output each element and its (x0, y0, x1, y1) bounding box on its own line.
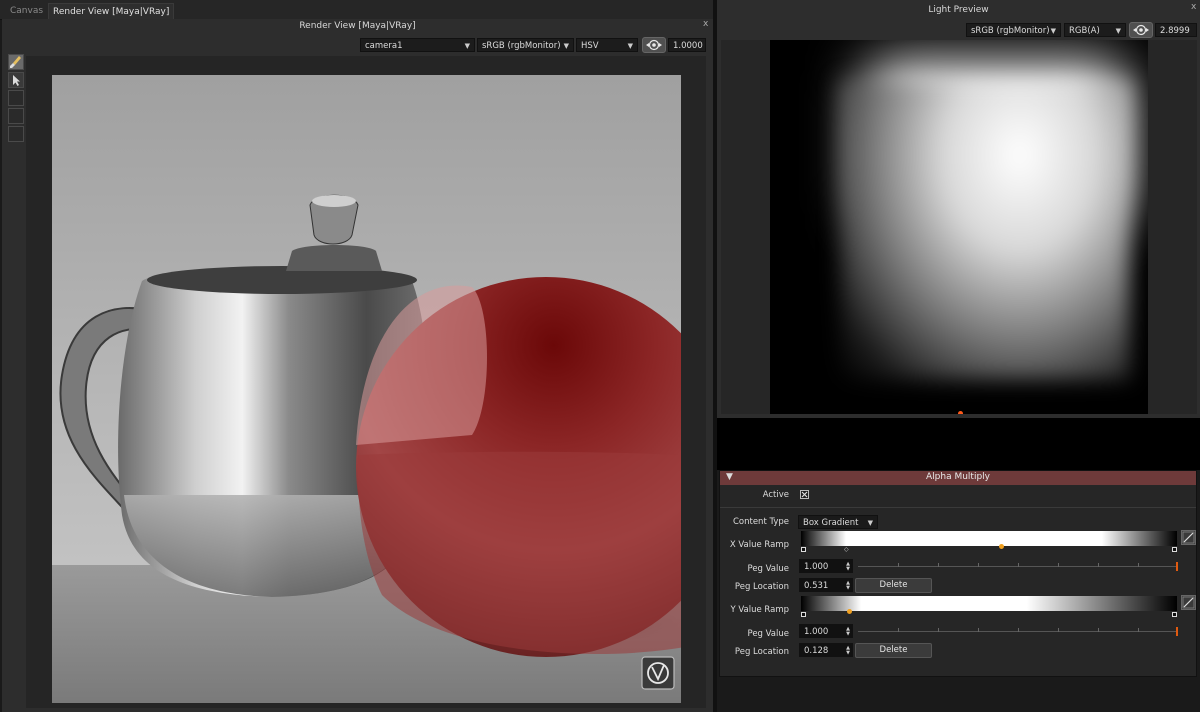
panel-gap (717, 418, 1200, 470)
render-view-title: Render View [Maya|VRay] (299, 21, 416, 31)
tool-slot-5[interactable] (8, 126, 24, 142)
x-ramp-curve-icon[interactable] (1181, 530, 1196, 545)
preview-color-space-select[interactable]: sRGB (rgbMonitor) ▼ (966, 23, 1061, 37)
x-peg-value-slider-handle[interactable] (1176, 562, 1178, 571)
chevron-down-icon: ▼ (1050, 27, 1056, 35)
x-slider-tick (938, 563, 939, 567)
y-ramp-curve-icon[interactable] (1181, 595, 1196, 610)
x-peg-location-label: Peg Location (734, 582, 789, 592)
light-preview-title: Light Preview (928, 5, 989, 15)
display-mode-select-value: HSV (581, 41, 599, 51)
exposure-input[interactable]: 1.0000 (668, 38, 706, 52)
chevron-down-icon: ▼ (1115, 27, 1121, 35)
active-label: Active (762, 490, 789, 500)
y-slider-tick (898, 628, 899, 632)
light-preview-viewport[interactable] (721, 40, 1197, 414)
chevron-down-icon: ▼ (563, 42, 569, 50)
content-type-label: Content Type (732, 517, 789, 527)
chevron-down-icon: ▼ (867, 519, 873, 527)
light-preview-image (770, 40, 1148, 414)
y-slider-tick (978, 628, 979, 632)
alpha-multiply-header[interactable]: ▼ Alpha Multiply (720, 471, 1196, 485)
content-type-select[interactable]: Box Gradient ▼ (798, 515, 878, 529)
preview-color-space-select-value: sRGB (rgbMonitor) (971, 26, 1050, 36)
preview-exposure-toggle-icon[interactable] (1129, 22, 1153, 38)
y-peg-location-input[interactable]: 0.128 ▲ ▼ (799, 643, 853, 657)
y-delete-button[interactable]: Delete (855, 643, 932, 658)
x-ramp-selected-peg[interactable] (998, 544, 1004, 549)
y-ramp-peg-start[interactable] (801, 612, 806, 617)
color-space-select[interactable]: sRGB (rgbMonitor) ▼ (477, 38, 574, 52)
y-slider-tick (1018, 628, 1019, 632)
select-arrow-icon[interactable] (8, 72, 24, 88)
x-peg-value-label: Peg Value (747, 564, 790, 574)
tool-slot-3[interactable] (8, 90, 24, 106)
light-preview-panel: Light Preview x sRGB (rgbMonitor) ▼ RGB(… (717, 0, 1200, 418)
x-peg-location-input[interactable]: 0.531 ▲ ▼ (799, 578, 853, 592)
light-marker (958, 411, 963, 414)
x-delete-button[interactable]: Delete (855, 578, 932, 593)
camera-select[interactable]: camera1 ▼ (360, 38, 475, 52)
alpha-multiply-title: Alpha Multiply (926, 472, 990, 482)
x-ramp-peg-marker[interactable]: ◇ (844, 546, 849, 553)
preview-exposure-input[interactable]: 2.8999 (1155, 23, 1197, 37)
camera-select-value: camera1 (365, 41, 403, 51)
y-ramp-peg-end[interactable] (1172, 612, 1177, 617)
x-slider-tick (898, 563, 899, 567)
tool-slot-4[interactable] (8, 108, 24, 124)
y-peg-location-input-text: 0.128 (804, 646, 829, 656)
preview-channels-select-value: RGB(A) (1069, 26, 1100, 36)
exposure-toggle-icon[interactable] (642, 37, 666, 53)
x-peg-location-input-text: 0.531 (804, 581, 829, 591)
y-value-ramp[interactable] (801, 596, 1177, 611)
y-peg-value-input-text: 1.000 (804, 627, 829, 637)
x-peg-value-input[interactable]: 1.000 ▲ ▼ (799, 559, 853, 573)
brush-tool-icon[interactable] (8, 54, 24, 70)
y-slider-tick (1058, 628, 1059, 632)
render-view-close-button[interactable]: x (703, 19, 708, 29)
content-type-select-value: Box Gradient (803, 518, 859, 528)
y-slider-tick (1138, 628, 1139, 632)
y-peg-value-input[interactable]: 1.000 ▲ ▼ (799, 624, 853, 638)
x-value-ramp[interactable] (801, 531, 1177, 546)
tab-render-view[interactable]: Render View [Maya|VRay] (48, 3, 175, 20)
color-space-select-value: sRGB (rgbMonitor) (482, 41, 561, 51)
chevron-down-icon: ▼ (464, 42, 470, 50)
alpha-multiply-panel: ▼ Alpha Multiply Active Content Type Box… (719, 470, 1197, 677)
light-preview-close-button[interactable]: x (1191, 2, 1196, 12)
preview-channels-select[interactable]: RGB(A) ▼ (1064, 23, 1126, 37)
x-slider-tick (1138, 563, 1139, 567)
tool-strip (8, 54, 25, 164)
x-slider-tick (978, 563, 979, 567)
y-peg-value-slider-handle[interactable] (1176, 627, 1178, 636)
separator (720, 507, 1196, 508)
y-ramp-selected-peg[interactable] (847, 609, 853, 614)
y-peg-value-label: Peg Value (747, 629, 790, 639)
y-slider-tick (938, 628, 939, 632)
y-peg-location-label: Peg Location (734, 647, 789, 657)
x-slider-tick (1058, 563, 1059, 567)
tab-bar: Canvas Render View [Maya|VRay] (0, 0, 713, 20)
display-mode-select[interactable]: HSV ▼ (576, 38, 638, 52)
y-slider-tick (1098, 628, 1099, 632)
render-image[interactable] (52, 75, 681, 703)
chevron-down-icon: ▼ (627, 42, 633, 50)
x-slider-tick (1018, 563, 1019, 567)
x-ramp-peg-start[interactable] (801, 547, 806, 552)
x-slider-tick (1098, 563, 1099, 567)
active-checkbox[interactable] (800, 490, 809, 499)
y-value-ramp-label: Y Value Ramp (730, 605, 789, 615)
x-value-ramp-label: X Value Ramp (729, 540, 789, 550)
render-view-panel: Render View [Maya|VRay] x camera1 ▼ sRGB… (2, 19, 713, 712)
x-ramp-peg-end[interactable] (1172, 547, 1177, 552)
tab-canvas[interactable]: Canvas (6, 3, 47, 19)
x-peg-value-input-text: 1.000 (804, 562, 829, 572)
